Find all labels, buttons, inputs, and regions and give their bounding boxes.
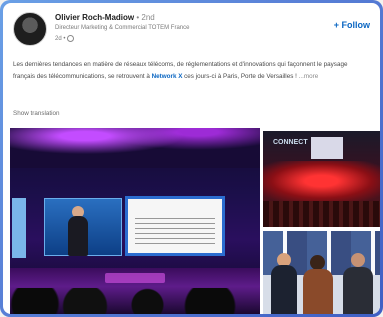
post-image-top-right[interactable]: CONNECT [263,131,380,227]
author-avatar[interactable] [13,12,47,46]
post-header: Olivier Roch-Madiow • 2nd Directeur Mark… [3,3,380,55]
person-head [351,253,365,267]
event-sign: CONNECT [273,139,308,146]
see-more-link[interactable]: ...more [299,73,319,80]
author-headline: Directeur Marketing & Commercial TOTEM F… [55,25,190,31]
connection-degree: • 2nd [136,13,155,22]
person [271,265,297,314]
globe-icon [67,35,75,42]
linkedin-post-card: Olivier Roch-Madiow • 2nd Directeur Mark… [3,3,380,314]
post-time: 2d • [55,35,66,42]
author-line: Olivier Roch-Madiow • 2nd [55,13,155,22]
slide-content [135,218,215,244]
speaker [68,216,88,256]
show-translation-link[interactable]: Show translation [13,110,60,117]
stage-logo [105,273,165,283]
audience [10,288,260,314]
person [303,269,333,314]
follow-button[interactable]: + Follow [334,20,370,30]
person-head [310,255,325,270]
red-stage-light [263,161,380,201]
post-frame: Olivier Roch-Madiow • 2nd Directeur Mark… [0,0,383,317]
event-screen [311,137,343,159]
side-screen [12,198,26,258]
author-name[interactable]: Olivier Roch-Madiow [55,13,134,22]
post-meta: 2d • [55,35,75,42]
post-image-main[interactable] [10,128,260,314]
post-text-part-2: ces jours-ci à Paris, Porte de Versaille… [182,73,299,80]
mention-link[interactable]: Network X [152,73,183,80]
post-image-bottom-right[interactable] [263,231,380,314]
audience [263,201,380,227]
stage-lights [10,128,260,168]
person [343,267,373,314]
post-text: Les dernières tendances en matière de ré… [13,59,371,83]
